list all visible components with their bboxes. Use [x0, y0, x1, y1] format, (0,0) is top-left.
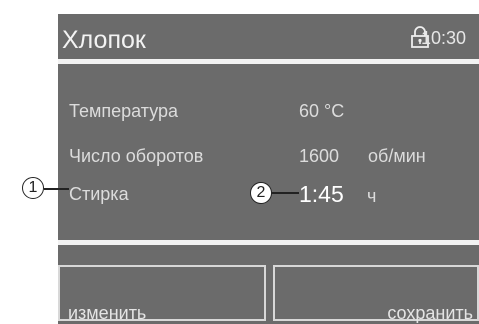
change-button-label: изменить: [68, 303, 147, 323]
callout-1-leader: [44, 188, 69, 190]
wash-duration-value: 1:45: [299, 181, 344, 207]
header-divider: [58, 59, 479, 64]
callout-2-leader: [272, 192, 299, 194]
save-button[interactable]: сохранить: [273, 265, 479, 323]
program-title: Хлопок: [62, 26, 146, 54]
footer-divider: [58, 240, 479, 245]
spin-speed-value: 1600: [299, 146, 340, 166]
temperature-label: Температура: [69, 101, 179, 121]
wash-duration-unit: ч: [367, 186, 377, 206]
spin-speed-label: Число оборотов: [69, 146, 204, 166]
control-panel-display: Хлопок 10:30 Температура 60 °C Число обо…: [58, 14, 479, 324]
callout-2-number: 2: [250, 182, 272, 204]
change-button[interactable]: изменить: [58, 265, 266, 323]
spin-speed-unit: об/мин: [368, 146, 426, 166]
temperature-value: 60 °C: [299, 101, 345, 121]
clock-display: 10:30: [421, 28, 467, 48]
wash-label: Стирка: [69, 184, 129, 204]
callout-1-number: 1: [22, 177, 44, 199]
save-button-label: сохранить: [387, 303, 473, 323]
